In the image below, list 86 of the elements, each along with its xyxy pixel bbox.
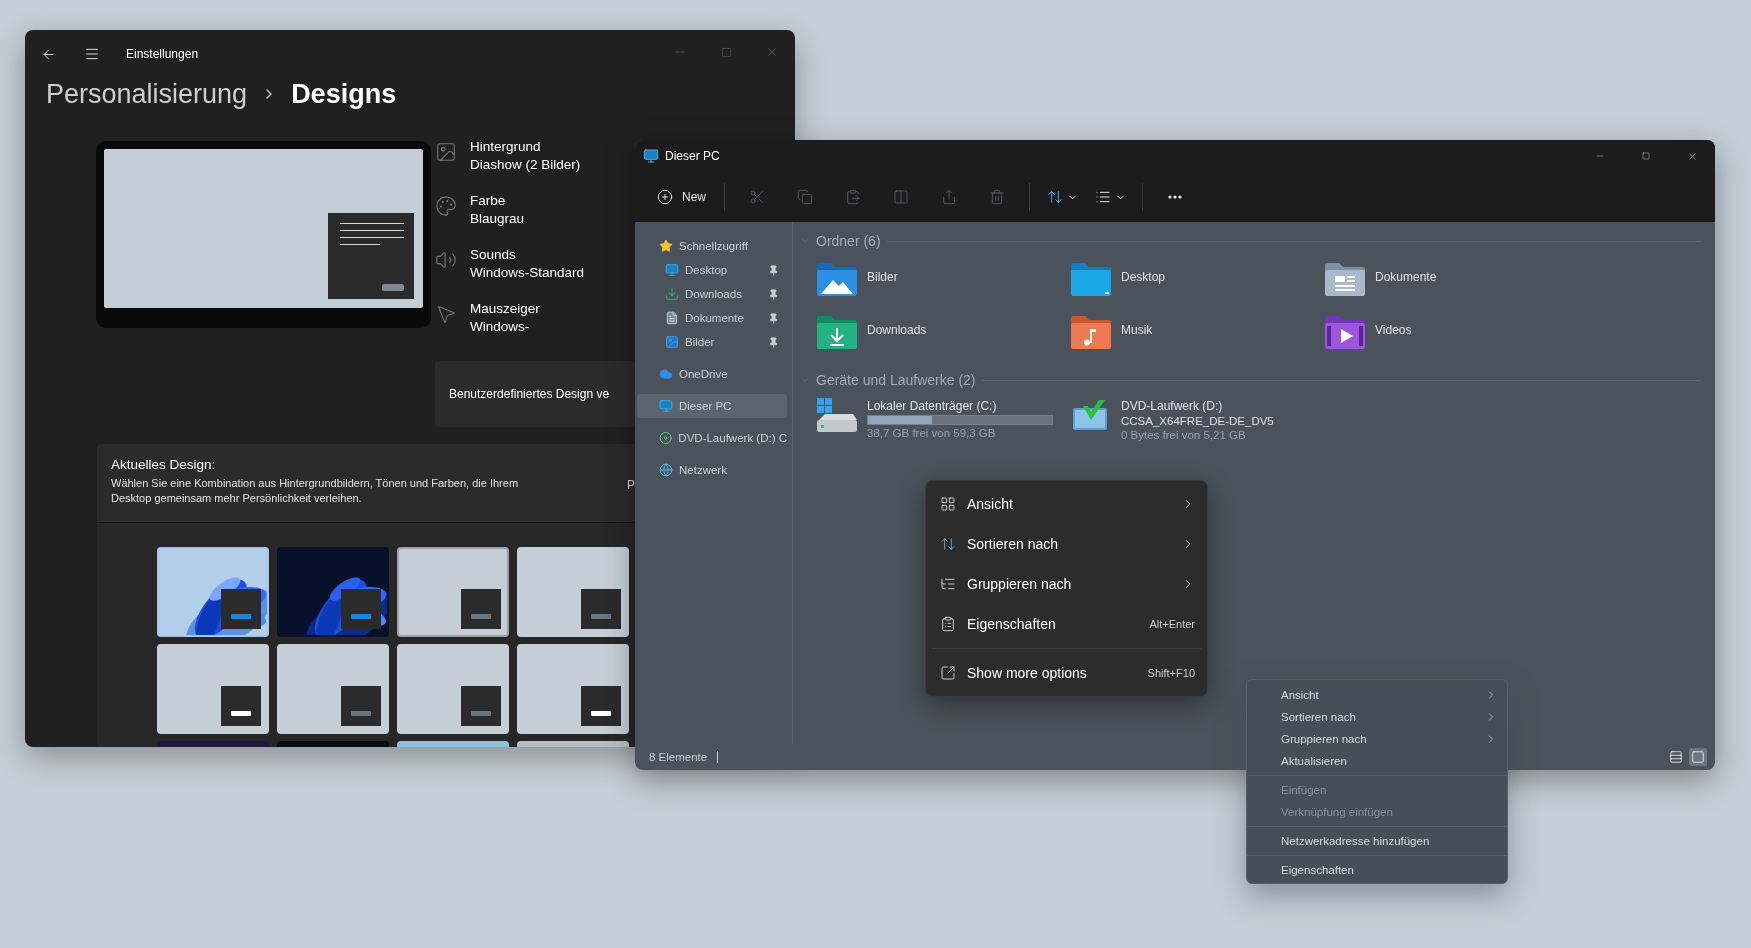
- section-title: Aktuelles Design:: [111, 457, 217, 472]
- pointer-icon: [435, 303, 457, 325]
- drive-item[interactable]: DVD-Laufwerk (D:) CCSA_X64FRE_DE-DE_DV5 0 Bytes frei von 5,21 GB: [1069, 398, 1309, 441]
- grid-icon: [940, 496, 956, 512]
- folder-music-icon: [1069, 315, 1113, 349]
- folder-icon: [1069, 262, 1113, 296]
- properties-icon: [940, 616, 956, 632]
- cloud-icon: [659, 367, 673, 381]
- menu-item[interactable]: Sortieren nach: [1247, 706, 1507, 728]
- folder-mountain-icon: [815, 262, 859, 296]
- theme-thumbnail[interactable]: [517, 644, 629, 734]
- theme-thumbnail[interactable]: [397, 644, 509, 734]
- summary-item[interactable]: Hintergrund Diashow (2 Bilder): [435, 141, 635, 195]
- theme-thumbnail[interactable]: [277, 644, 389, 734]
- menu-item[interactable]: Aktualisieren: [1247, 750, 1507, 772]
- list-icon: [940, 576, 956, 592]
- speaker-icon: [435, 249, 457, 271]
- folder-item[interactable]: Bilder: [815, 262, 1055, 306]
- folder-item[interactable]: Downloads: [815, 315, 1055, 359]
- menu-item[interactable]: Gruppieren nach: [1247, 728, 1507, 750]
- custom-design-button[interactable]: Benutzerdefiniertes Design ve: [435, 361, 635, 427]
- theme-thumbnail[interactable]: [517, 547, 629, 637]
- menu-item[interactable]: Sortieren nach: [926, 524, 1207, 564]
- tiles-view-icon[interactable]: [1689, 748, 1707, 766]
- window-title: Einstellungen: [126, 47, 199, 61]
- sidebar-item[interactable]: Dieser PC: [637, 394, 787, 418]
- plus-icon: [657, 189, 673, 205]
- menu-item[interactable]: Eigenschaften: [1247, 859, 1507, 881]
- sidebar-item[interactable]: Dokumente: [637, 306, 787, 330]
- folder-document-icon: [1323, 262, 1367, 296]
- item-count: 8 Elemente: [649, 751, 708, 763]
- theme-thumbnail[interactable]: [157, 644, 269, 734]
- monitor-icon: [665, 263, 679, 277]
- details-view-icon[interactable]: [1667, 748, 1685, 766]
- sidebar-item[interactable]: Downloads: [637, 282, 787, 306]
- group-header: Ordner (6): [816, 233, 881, 249]
- monitor-icon: [659, 399, 673, 413]
- shortcut-label: Alt+Enter: [1149, 618, 1195, 630]
- folder-download-icon: [815, 315, 859, 349]
- folder-item[interactable]: Desktop: [1069, 262, 1309, 306]
- sidebar-item[interactable]: DVD-Laufwerk (D:) C: [637, 426, 787, 450]
- summary-item[interactable]: Farbe Blaugrau: [435, 195, 635, 249]
- group-header: Geräte und Laufwerke (2): [816, 372, 976, 388]
- menu-item[interactable]: Ansicht: [1247, 684, 1507, 706]
- expand-icon: [940, 665, 956, 681]
- new-button[interactable]: New: [649, 181, 716, 213]
- sidebar-item[interactable]: Schnellzugriff: [637, 234, 787, 258]
- palette-icon: [435, 195, 457, 217]
- menu-item[interactable]: Eigenschaften Alt+Enter: [926, 604, 1207, 644]
- shortcut-label: Shift+F10: [1147, 667, 1195, 679]
- folder-item[interactable]: Dokumente: [1323, 262, 1563, 306]
- sidebar-item[interactable]: Netzwerk: [637, 458, 787, 482]
- document-icon: [665, 311, 679, 325]
- image-icon: [435, 141, 457, 163]
- image-icon: [665, 335, 679, 349]
- download-icon: [665, 287, 679, 301]
- sort-arrows-icon: [940, 536, 956, 552]
- hard-drive-icon: [815, 398, 859, 434]
- cut-off-text: P: [627, 478, 635, 494]
- folder-play-icon: [1323, 315, 1367, 349]
- disc-icon: [659, 431, 673, 445]
- theme-thumbnail[interactable]: [397, 547, 509, 637]
- close-icon[interactable]: [765, 45, 779, 59]
- menu-icon[interactable]: [84, 46, 100, 62]
- folder-item[interactable]: Videos: [1323, 315, 1563, 359]
- star-icon: [659, 239, 673, 253]
- summary-item[interactable]: Sounds Windows-Standard: [435, 249, 635, 303]
- maximize-icon[interactable]: [1642, 152, 1650, 160]
- close-icon[interactable]: [1686, 150, 1698, 162]
- menu-item[interactable]: Netzwerkadresse hinzufügen: [1247, 830, 1507, 852]
- monitor-icon: [643, 148, 659, 164]
- window-title: Dieser PC: [665, 149, 720, 163]
- menu-item[interactable]: Ansicht: [926, 484, 1207, 524]
- folder-item[interactable]: Musik: [1069, 315, 1309, 359]
- section-description: Wählen Sie eine Kombination aus Hintergrundbildern, Tönen und Farben, die Ihrem Desktop gemeinsam mehr Persönlichkeit verleihen.: [111, 476, 520, 506]
- sidebar-item[interactable]: Desktop: [637, 258, 787, 282]
- menu-item[interactable]: Show more options Shift+F10: [926, 653, 1207, 693]
- page-title: Designs: [291, 78, 397, 110]
- sidebar-item[interactable]: Bilder: [637, 330, 787, 354]
- menu-item[interactable]: Gruppieren nach: [926, 564, 1207, 604]
- drive-item[interactable]: Lokaler Datenträger (C:) 38,7 GB frei von 59,3 GB: [815, 398, 1055, 441]
- sidebar-item[interactable]: OneDrive: [637, 362, 787, 386]
- summary-item[interactable]: Mauszeiger Windows-: [435, 303, 635, 357]
- breadcrumb-link[interactable]: Personalisierung: [46, 78, 248, 110]
- globe-icon: [659, 463, 673, 477]
- back-icon[interactable]: [41, 46, 56, 62]
